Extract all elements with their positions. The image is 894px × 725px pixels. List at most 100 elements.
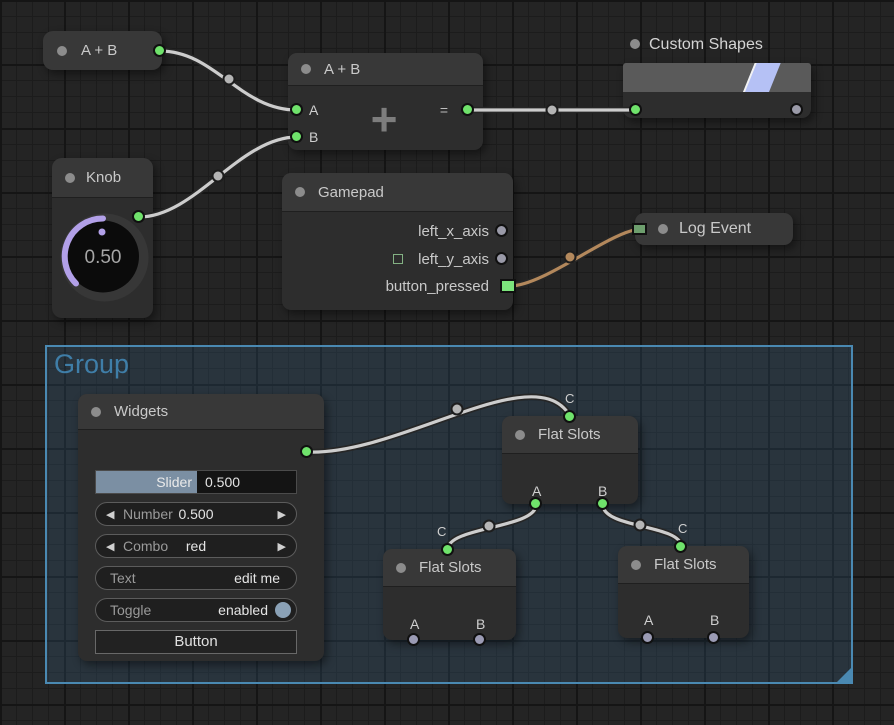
- node-flat-slots-top[interactable]: Flat Slots C A B: [502, 416, 638, 504]
- wire-abcollapsed-to-a: [160, 51, 297, 110]
- node-title: Flat Slots: [538, 426, 601, 443]
- collapse-toggle-icon[interactable]: [91, 407, 101, 417]
- output-slot[interactable]: [790, 103, 803, 116]
- toggle-widget[interactable]: Toggle enabled: [95, 598, 297, 622]
- combo-widget[interactable]: ◀ Combo red ▶: [95, 534, 297, 558]
- node-title: Flat Slots: [419, 559, 482, 576]
- output-slot-a[interactable]: [407, 633, 420, 646]
- collapse-toggle-icon[interactable]: [65, 173, 75, 183]
- output-slot-a[interactable]: [641, 631, 654, 644]
- reroute-dot[interactable]: [565, 252, 576, 263]
- input-slot-b[interactable]: [290, 130, 303, 143]
- node-title: Gamepad: [318, 184, 384, 201]
- output-label: left_y_axis: [418, 251, 489, 268]
- node-widgets[interactable]: Widgets Slider 0.500 ◀ Number 0.500 ▶ ◀ …: [78, 394, 324, 661]
- node-title: Widgets: [114, 403, 168, 420]
- graph-toggle-icon[interactable]: [393, 254, 403, 264]
- slider-label: Slider: [156, 474, 192, 490]
- arrow-right-icon[interactable]: ▶: [278, 504, 286, 526]
- input-label: A: [309, 102, 318, 118]
- output-slot[interactable]: [153, 44, 166, 57]
- output-slot[interactable]: [300, 445, 313, 458]
- node-add[interactable]: A + B A B + =: [288, 53, 483, 150]
- text-widget[interactable]: Text edit me: [95, 566, 297, 590]
- output-slot[interactable]: [495, 224, 508, 237]
- reroute-dot[interactable]: [224, 74, 235, 85]
- output-slot[interactable]: [461, 103, 474, 116]
- collapse-toggle-icon[interactable]: [631, 560, 641, 570]
- collapse-toggle-icon[interactable]: [658, 224, 668, 234]
- node-title: A + B: [81, 42, 117, 59]
- output-slot-b[interactable]: [473, 633, 486, 646]
- output-slot-b[interactable]: [596, 497, 609, 510]
- collapse-toggle-icon[interactable]: [57, 46, 67, 56]
- node-graph-canvas[interactable]: Group: [0, 0, 894, 725]
- node-ab-collapsed[interactable]: A + B: [43, 31, 162, 70]
- knob-value: 0.50: [85, 247, 122, 268]
- output-slot[interactable]: [132, 210, 145, 223]
- input-label: B: [309, 129, 318, 145]
- node-gamepad[interactable]: Gamepad left_x_axis left_y_axis button_p…: [282, 173, 513, 310]
- input-slot-c[interactable]: [563, 410, 576, 423]
- collapse-toggle-icon[interactable]: [295, 187, 305, 197]
- node-custom-shapes[interactable]: [623, 63, 811, 118]
- group-title: Group: [54, 349, 129, 380]
- node-flat-slots-right[interactable]: Flat Slots C A B: [618, 546, 749, 638]
- slider-fill: Slider: [96, 471, 197, 493]
- number-value: 0.500: [96, 503, 296, 525]
- collapse-toggle-icon[interactable]: [396, 563, 406, 573]
- wire-gamepad-to-logevent: [510, 229, 642, 286]
- collapse-toggle-icon[interactable]: [515, 430, 525, 440]
- input-slot-c[interactable]: [674, 540, 687, 553]
- reroute-dot[interactable]: [547, 105, 558, 116]
- output-slot[interactable]: [495, 252, 508, 265]
- node-title: Log Event: [679, 220, 751, 237]
- output-label: A: [644, 612, 653, 628]
- combo-value: red: [96, 535, 296, 557]
- knob-marker-icon: [99, 229, 106, 236]
- input-slot-a[interactable]: [290, 103, 303, 116]
- output-label: =: [430, 102, 448, 118]
- output-label: B: [710, 612, 719, 628]
- input-label: C: [437, 524, 446, 539]
- toggle-label: Toggle: [110, 599, 151, 621]
- node-title: Flat Slots: [654, 556, 717, 573]
- input-slot-event[interactable]: [632, 223, 647, 235]
- wire-knob-to-b: [139, 137, 297, 217]
- output-label: button_pressed: [386, 278, 489, 295]
- node-log-event[interactable]: Log Event: [635, 213, 793, 245]
- arrow-right-icon[interactable]: ▶: [278, 536, 286, 558]
- text-value: edit me: [234, 567, 280, 589]
- input-label: C: [678, 521, 687, 536]
- button-widget[interactable]: Button: [95, 630, 297, 654]
- text-label: Text: [110, 567, 136, 589]
- toggle-value: enabled: [218, 599, 268, 621]
- toggle-knob-icon[interactable]: [275, 602, 291, 618]
- input-slot-c[interactable]: [441, 543, 454, 556]
- custom-widget-band[interactable]: [623, 63, 811, 92]
- node-title: Knob: [86, 169, 121, 186]
- node-title: Custom Shapes: [649, 36, 763, 53]
- output-label: A: [410, 616, 419, 632]
- output-label: left_x_axis: [418, 223, 489, 240]
- group-resize-handle[interactable]: [837, 668, 851, 682]
- output-slot-b[interactable]: [707, 631, 720, 644]
- input-slot[interactable]: [629, 103, 642, 116]
- wire-ab-to-customshapes: [468, 105, 636, 116]
- button-label: Button: [174, 633, 217, 650]
- input-label: C: [565, 391, 574, 406]
- output-slot-a[interactable]: [529, 497, 542, 510]
- output-slot-event[interactable]: [500, 279, 516, 293]
- collapse-toggle-icon[interactable]: [630, 39, 640, 49]
- custom-shape-parallelogram: [743, 63, 781, 92]
- node-title: A + B: [324, 61, 360, 78]
- slider-widget[interactable]: Slider 0.500: [95, 470, 297, 494]
- node-knob[interactable]: Knob 0.50: [52, 158, 153, 318]
- collapse-toggle-icon[interactable]: [301, 64, 311, 74]
- reroute-dot[interactable]: [213, 171, 224, 182]
- slider-value: 0.500: [205, 471, 240, 493]
- node-flat-slots-left[interactable]: Flat Slots C A B: [383, 549, 516, 640]
- plus-icon: +: [358, 93, 410, 145]
- number-widget[interactable]: ◀ Number 0.500 ▶: [95, 502, 297, 526]
- custom-shapes-title-row: Custom Shapes: [630, 34, 763, 56]
